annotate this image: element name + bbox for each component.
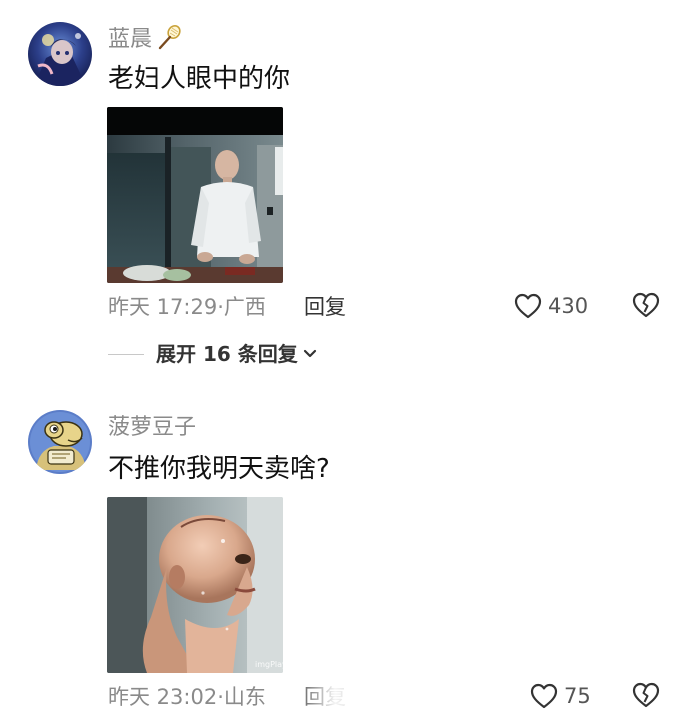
username-text: 菠萝豆子 bbox=[108, 415, 197, 440]
media-watermark: imgPlay bbox=[255, 660, 283, 669]
comment-item: 菠萝豆子 不推你我明天卖啥? imgPla 昨天 23:02·山东 75 bbox=[0, 0, 690, 723]
meta-separator: · bbox=[217, 685, 224, 709]
comment-meta: 昨天 23:02·山东 bbox=[108, 683, 266, 711]
comment-location: 山东 bbox=[223, 685, 266, 709]
like-button[interactable]: 75 bbox=[530, 682, 591, 710]
broken-heart-icon bbox=[632, 682, 660, 708]
gif-still-image: imgPlay bbox=[107, 497, 283, 673]
dislike-button[interactable] bbox=[632, 682, 660, 712]
username[interactable]: 菠萝豆子 bbox=[108, 414, 196, 442]
comment-time: 昨天 23:02 bbox=[108, 685, 218, 709]
comment-image[interactable]: imgPlay bbox=[107, 497, 283, 673]
like-count: 75 bbox=[564, 684, 591, 708]
comment-text: 不推你我明天卖啥? bbox=[108, 454, 330, 484]
avatar[interactable] bbox=[28, 410, 92, 474]
bottom-fade-overlay bbox=[290, 685, 380, 715]
avatar-image bbox=[28, 410, 92, 474]
heart-outline-icon bbox=[530, 683, 558, 709]
